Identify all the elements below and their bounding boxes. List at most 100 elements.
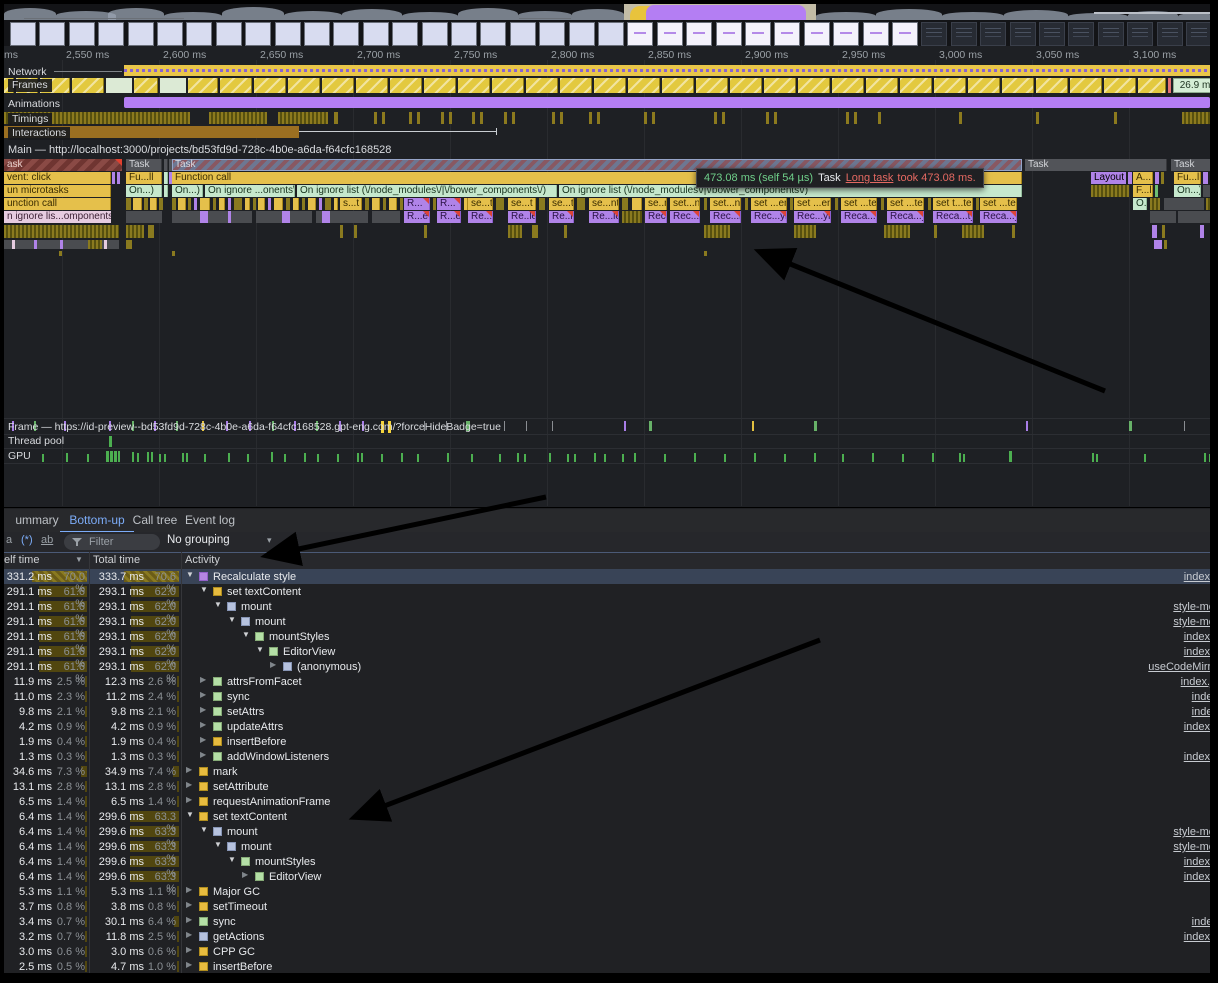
frame-block[interactable]	[1070, 78, 1102, 93]
table-row[interactable]: 291.1 ms61.6 %293.1 ms62.0 %▼set textCon…	[4, 584, 1210, 599]
expand-arrow-icon[interactable]: ▶	[186, 900, 192, 909]
track-label-frames[interactable]: Frames	[8, 79, 52, 92]
flame-block[interactable]	[354, 225, 357, 238]
flame-block[interactable]	[268, 198, 271, 210]
expand-arrow-icon[interactable]: ▶	[200, 750, 206, 759]
frame-track-label[interactable]: Frame — https://id-preview--bd53fd9d-728…	[8, 421, 501, 433]
tab-ummary[interactable]: ummary	[6, 509, 68, 531]
activity-name[interactable]: attrsFromFacet	[227, 676, 302, 688]
flame-block[interactable]	[148, 225, 154, 238]
activity-name[interactable]: mount	[241, 601, 272, 613]
flame-block[interactable]	[228, 198, 231, 210]
table-row[interactable]: 1.9 ms0.4 %1.9 ms0.4 %▶insertBefore	[4, 734, 1210, 749]
filmstrip-thumbnail[interactable]	[451, 22, 477, 46]
frame-block[interactable]	[526, 78, 558, 93]
column-divider[interactable]	[89, 552, 90, 973]
collapse-arrow-icon[interactable]: ▼	[186, 810, 194, 819]
source-link[interactable]: index.	[1192, 706, 1210, 718]
frame-block[interactable]	[968, 78, 1000, 93]
column-header-activity[interactable]: Activity	[185, 554, 220, 566]
filmstrip-thumbnail[interactable]	[1098, 22, 1124, 46]
filmstrip-thumbnail[interactable]	[951, 22, 977, 46]
flame-block[interactable]: O...	[1133, 198, 1147, 210]
table-row[interactable]: 6.4 ms1.4 %299.6 ms63.3 %▼set textConten…	[4, 809, 1210, 824]
table-row[interactable]: 6.4 ms1.4 %299.6 ms63.3 %▼mountstyle-mod	[4, 824, 1210, 839]
expand-arrow-icon[interactable]: ▶	[200, 690, 206, 699]
activity-name[interactable]: addWindowListeners	[227, 751, 329, 763]
source-link[interactable]: index.	[1192, 691, 1210, 703]
frame-block[interactable]	[188, 78, 218, 93]
flame-block[interactable]	[12, 240, 15, 249]
frame-block[interactable]	[220, 78, 252, 93]
flame-block[interactable]	[704, 251, 707, 256]
frame-block[interactable]	[696, 78, 728, 93]
table-row[interactable]: 3.4 ms0.7 %30.1 ms6.4 %▶syncindex.	[4, 914, 1210, 929]
activity-name[interactable]: sync	[213, 916, 236, 928]
flame-block[interactable]: set...nt	[710, 198, 741, 210]
grouping-dropdown[interactable]: No grouping	[167, 534, 230, 546]
flame-block[interactable]	[794, 225, 816, 238]
filmstrip-thumbnail[interactable]	[157, 22, 183, 46]
filter-box[interactable]	[64, 534, 160, 550]
frame-block[interactable]	[134, 78, 158, 93]
flame-block[interactable]: Re...e	[468, 211, 493, 223]
collapse-arrow-icon[interactable]: ▼	[186, 570, 194, 579]
table-row[interactable]: 291.1 ms61.6 %293.1 ms62.0 %▼mountstyle-…	[4, 599, 1210, 614]
frame-block[interactable]	[560, 78, 592, 93]
filmstrip-thumbnail[interactable]	[745, 22, 771, 46]
filmstrip-thumbnail[interactable]	[657, 22, 683, 46]
thread-pool-track[interactable]: Thread pool	[4, 434, 1210, 449]
activity-name[interactable]: mount	[255, 616, 286, 628]
source-link[interactable]: index.js	[1184, 631, 1210, 643]
flame-block[interactable]: set ...tent	[887, 198, 924, 210]
flame-block[interactable]	[365, 198, 369, 210]
source-link[interactable]: index.js	[1184, 751, 1210, 763]
flame-block[interactable]	[881, 198, 884, 210]
expand-arrow-icon[interactable]: ▶	[200, 720, 206, 729]
frame-block[interactable]	[832, 78, 864, 93]
activity-name[interactable]: setAttrs	[227, 706, 264, 718]
flame-block[interactable]	[126, 225, 144, 238]
collapse-arrow-icon[interactable]: ▼	[214, 840, 222, 849]
flame-block[interactable]: s...t	[340, 198, 362, 210]
flame-block[interactable]	[704, 225, 730, 238]
expand-arrow-icon[interactable]: ▶	[186, 915, 192, 924]
flame-block[interactable]: set ...tent	[980, 198, 1017, 210]
source-link[interactable]: index.js	[1184, 871, 1210, 883]
frame-track[interactable]: Frame — https://id-preview--bd53fd9d-728…	[4, 418, 1210, 435]
flame-block[interactable]	[334, 198, 338, 210]
source-link[interactable]: style-mod	[1173, 841, 1210, 853]
filmstrip-thumbnail[interactable]	[1039, 22, 1065, 46]
filmstrip-thumbnail[interactable]	[304, 22, 330, 46]
flame-block[interactable]: R...	[404, 198, 430, 210]
flame-block[interactable]	[884, 225, 910, 238]
filter-input[interactable]	[87, 535, 151, 549]
frame-block[interactable]	[424, 78, 456, 93]
flame-block[interactable]: Re..le	[508, 211, 536, 223]
flame-block[interactable]: un microtasks	[4, 185, 111, 197]
activity-name[interactable]: set textContent	[213, 811, 287, 823]
flame-block[interactable]	[1150, 198, 1160, 210]
table-row[interactable]: 291.1 ms61.6 %293.1 ms62.0 %▶(anonymous)…	[4, 659, 1210, 674]
filmstrip-thumbnail[interactable]	[1186, 22, 1210, 46]
frame-block[interactable]	[160, 78, 186, 93]
table-row[interactable]: 6.4 ms1.4 %299.6 ms63.3 %▼mountStylesind…	[4, 854, 1210, 869]
frame-duration-badge[interactable]: 26.9 ms	[1173, 78, 1210, 93]
flame-block[interactable]: n ignore lis...omponents\/)	[4, 211, 111, 223]
flame-block[interactable]	[790, 198, 793, 210]
activity-name[interactable]: updateAttrs	[227, 721, 283, 733]
match-whole-word-icon[interactable]: ab	[41, 534, 53, 546]
flame-block[interactable]	[213, 198, 216, 210]
flame-block[interactable]	[577, 198, 585, 210]
flame-block[interactable]	[835, 198, 838, 210]
source-link[interactable]: index.js	[1184, 931, 1210, 943]
flame-block[interactable]: Fu...ll	[1174, 172, 1201, 184]
activity-name[interactable]: EditorView	[283, 646, 335, 658]
expand-arrow-icon[interactable]: ▶	[186, 945, 192, 954]
expand-arrow-icon[interactable]: ▶	[270, 660, 276, 669]
column-header-self-time[interactable]: elf time	[4, 554, 39, 566]
activity-name[interactable]: mountStyles	[255, 856, 316, 868]
flame-block[interactable]	[159, 198, 163, 210]
flame-block[interactable]	[496, 198, 504, 210]
activity-name[interactable]: insertBefore	[227, 736, 286, 748]
